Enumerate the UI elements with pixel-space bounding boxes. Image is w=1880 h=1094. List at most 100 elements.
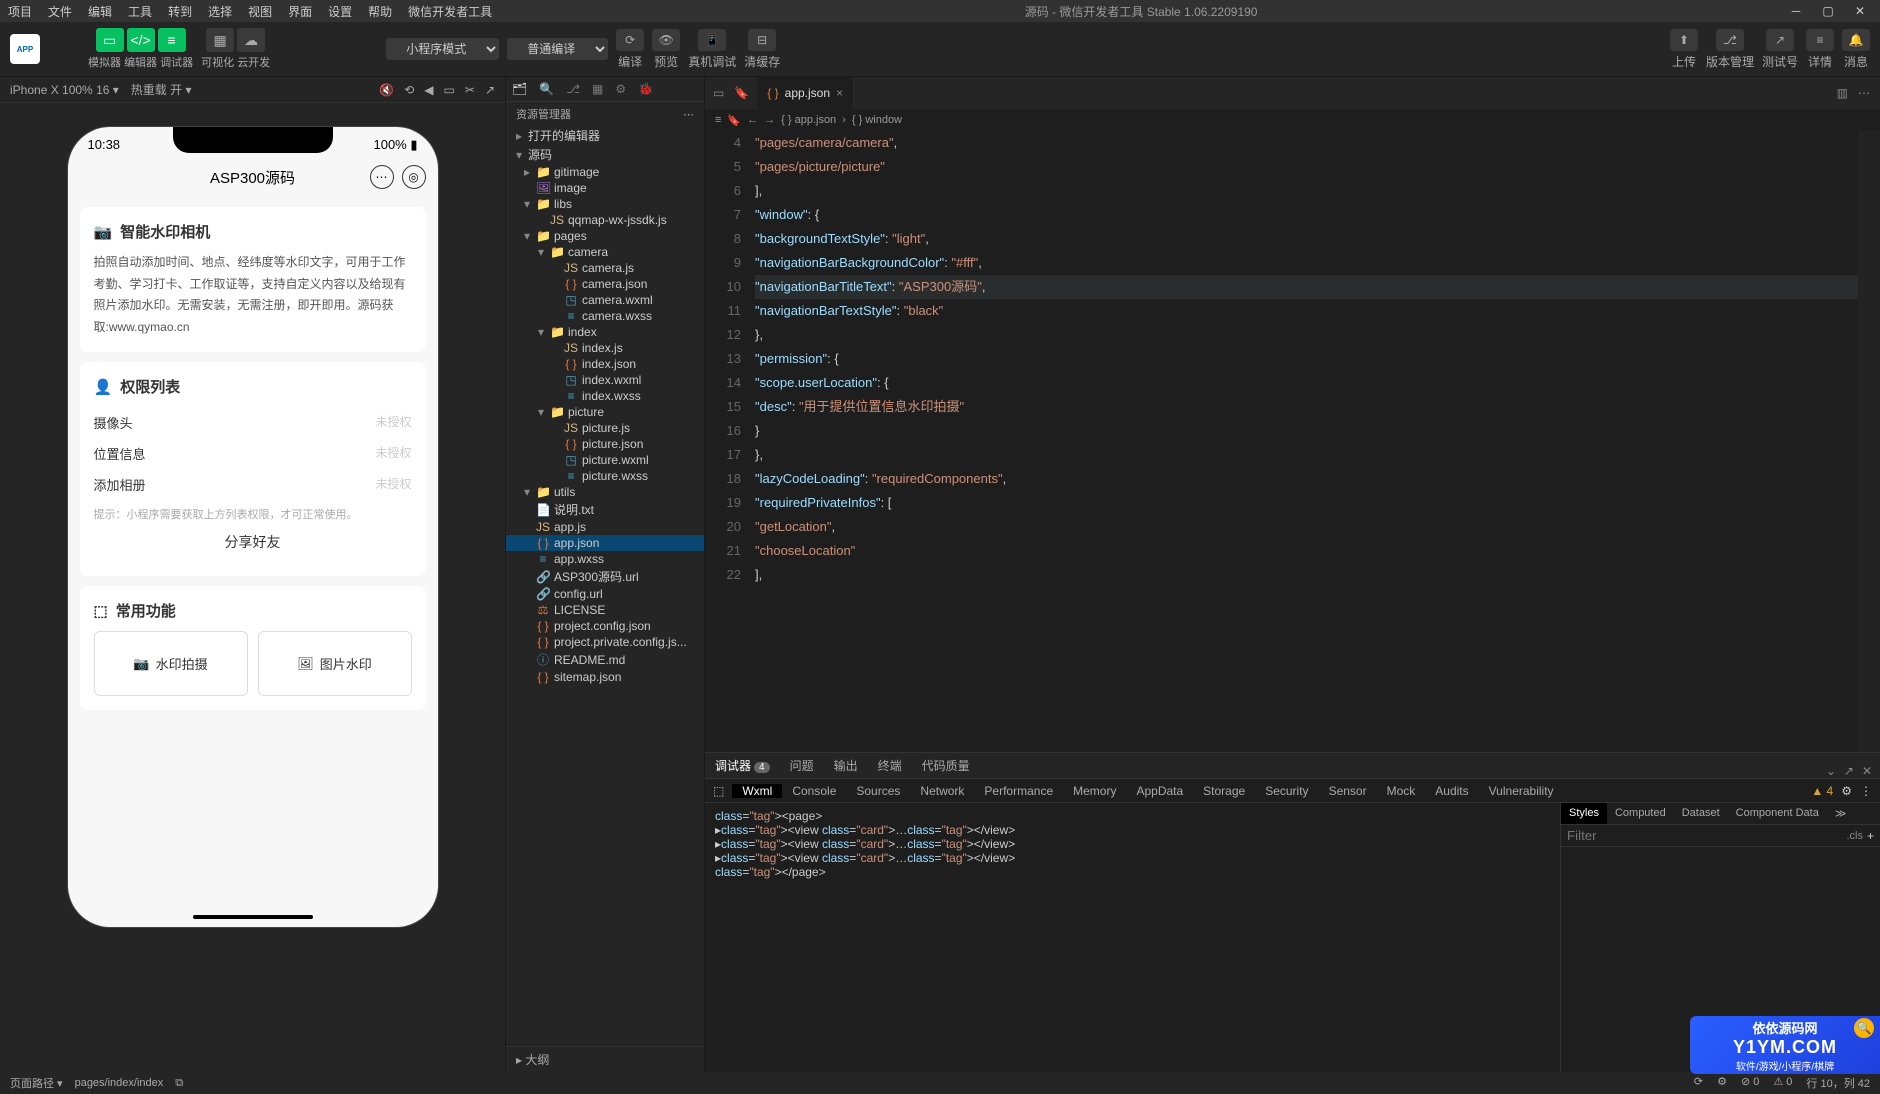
cls-toggle[interactable]: .cls — [1846, 830, 1863, 842]
menu-视图[interactable]: 视图 — [240, 3, 280, 20]
menu-转到[interactable]: 转到 — [160, 3, 200, 20]
file-project.private.config.js...[interactable]: { }project.private.config.js... — [506, 634, 704, 650]
file-libs[interactable]: ▾📁libs — [506, 196, 704, 212]
dbg-popout-icon[interactable]: ↗ — [1844, 764, 1854, 778]
file-index.wxml[interactable]: ◳index.wxml — [506, 372, 704, 388]
menu-选择[interactable]: 选择 — [200, 3, 240, 20]
status-warnings[interactable]: ⚠ 0 — [1773, 1075, 1792, 1091]
styletab-Computed[interactable]: Computed — [1607, 803, 1674, 824]
sim-rotate-icon[interactable]: ⟲ — [404, 83, 414, 97]
dbgsub-Sensor[interactable]: Sensor — [1319, 784, 1377, 798]
file-ASP300源码.url[interactable]: 🔗ASP300源码.url — [506, 567, 704, 586]
status-tools-icon[interactable]: ⚙ — [1717, 1075, 1727, 1091]
file-gitimage[interactable]: ▸📁gitimage — [506, 164, 704, 180]
brc-bookmark-icon[interactable]: 🔖 — [727, 114, 741, 127]
explorer-more-icon[interactable]: ⋯ — [683, 108, 694, 121]
mode-select[interactable]: 小程序模式 — [386, 38, 499, 60]
dbg-settings-icon[interactable]: ⚙ — [1841, 784, 1852, 798]
dbgtab-代码质量[interactable]: 代码质量 — [912, 753, 980, 778]
file-index.json[interactable]: { }index.json — [506, 356, 704, 372]
section-open-editors[interactable]: ▸打开的编辑器 — [506, 126, 704, 145]
dbgtab-终端[interactable]: 终端 — [868, 753, 912, 778]
file-说明.txt[interactable]: 📄说明.txt — [506, 500, 704, 519]
dbgsub-Security[interactable]: Security — [1255, 784, 1318, 798]
dbgtab-输出[interactable]: 输出 — [824, 753, 868, 778]
func-image-watermark[interactable]: 🖼图片水印 — [258, 631, 412, 696]
file-LICENSE[interactable]: ⚖LICENSE — [506, 602, 704, 618]
styletab-Dataset[interactable]: Dataset — [1674, 803, 1728, 824]
upload-button[interactable]: ⬆ — [1670, 29, 1698, 51]
file-config.url[interactable]: 🔗config.url — [506, 586, 704, 602]
device-select[interactable]: iPhone X 100% 16 ▾ — [10, 83, 119, 97]
sim-back-icon[interactable]: ◀ — [424, 83, 433, 97]
dbgtab-问题[interactable]: 问题 — [780, 753, 824, 778]
capsule-menu[interactable]: ⋯ — [370, 165, 394, 189]
inspect-icon[interactable]: ⬚ — [705, 784, 732, 798]
dbgsub-Vulnerability[interactable]: Vulnerability — [1479, 784, 1564, 798]
menu-界面[interactable]: 界面 — [280, 3, 320, 20]
project-logo[interactable]: APP — [10, 34, 40, 64]
func-watermark-shoot[interactable]: 📷水印拍摄 — [94, 631, 248, 696]
file-picture.wxss[interactable]: ≡picture.wxss — [506, 468, 704, 484]
file-sitemap.json[interactable]: { }sitemap.json — [506, 669, 704, 685]
debugger-toggle[interactable]: ≡ — [158, 28, 186, 52]
sim-home-icon[interactable]: ▭ — [444, 83, 455, 97]
menu-帮助[interactable]: 帮助 — [360, 3, 400, 20]
visual-toggle[interactable]: ▦ — [206, 28, 234, 52]
testid-button[interactable]: ↗ — [1766, 29, 1794, 51]
capsule-close[interactable]: ◎ — [402, 165, 426, 189]
file-index.wxss[interactable]: ≡index.wxss — [506, 388, 704, 404]
dom-tree[interactable]: class="tag"><page>▸class="tag"><view cla… — [705, 803, 1560, 1072]
file-app.json[interactable]: { }app.json — [506, 535, 704, 551]
warn-badge[interactable]: ▲ 4 — [1811, 784, 1833, 798]
compile-select[interactable]: 普通编译 — [507, 38, 608, 60]
file-camera.wxml[interactable]: ◳camera.wxml — [506, 292, 704, 308]
minimap[interactable] — [1858, 131, 1880, 752]
tab-search-icon[interactable]: 🔍 — [533, 77, 560, 101]
add-style-icon[interactable]: + — [1867, 829, 1874, 843]
detail-button[interactable]: ≡ — [1806, 29, 1834, 51]
dbgsub-Network[interactable]: Network — [910, 784, 974, 798]
styletab-Styles[interactable]: Styles — [1561, 803, 1607, 824]
dbg-close-icon[interactable]: ✕ — [1862, 764, 1872, 778]
brc-back-icon[interactable]: ← — [747, 114, 758, 126]
file-picture.wxml[interactable]: ◳picture.wxml — [506, 452, 704, 468]
file-image[interactable]: 🖼image — [506, 180, 704, 196]
file-picture[interactable]: ▾📁picture — [506, 404, 704, 420]
sim-mute-icon[interactable]: 🔇 — [379, 83, 394, 97]
menu-微信开发者工具[interactable]: 微信开发者工具 — [400, 3, 500, 20]
file-app.wxss[interactable]: ≡app.wxss — [506, 551, 704, 567]
editor-more-icon[interactable]: ⋯ — [1858, 86, 1870, 100]
menu-设置[interactable]: 设置 — [320, 3, 360, 20]
page-path-label[interactable]: 页面路径 ▾ — [10, 1075, 63, 1091]
file-pages[interactable]: ▾📁pages — [506, 228, 704, 244]
tab-git-icon[interactable]: ⎇ — [560, 77, 586, 101]
section-source[interactable]: ▾源码 — [506, 145, 704, 164]
breadcrumb-file[interactable]: { } app.json — [781, 114, 836, 126]
dbgsub-Wxml[interactable]: Wxml — [732, 784, 782, 798]
close-tab-icon[interactable]: × — [836, 86, 843, 100]
simulator-toggle[interactable]: ▭ — [96, 28, 124, 52]
file-camera[interactable]: ▾📁camera — [506, 244, 704, 260]
dbgsub-Performance[interactable]: Performance — [974, 784, 1063, 798]
ed-bookmark-icon[interactable]: 🔖 — [734, 86, 749, 100]
styletab-Component Data[interactable]: Component Data — [1728, 803, 1827, 824]
dbgtab-调试器[interactable]: 调试器4 — [705, 753, 780, 778]
editor-toggle[interactable]: </> — [127, 28, 155, 52]
page-path[interactable]: pages/index/index — [75, 1077, 164, 1089]
minimize-button[interactable]: ─ — [1782, 4, 1810, 18]
dbgsub-Memory[interactable]: Memory — [1063, 784, 1126, 798]
file-index.js[interactable]: JSindex.js — [506, 340, 704, 356]
menu-工具[interactable]: 工具 — [120, 3, 160, 20]
dbg-more-icon[interactable]: ⋮ — [1860, 784, 1872, 798]
file-index[interactable]: ▾📁index — [506, 324, 704, 340]
ed-toggle-icon[interactable]: ▭ — [713, 86, 724, 100]
dbgsub-Console[interactable]: Console — [782, 784, 846, 798]
file-app.js[interactable]: JSapp.js — [506, 519, 704, 535]
style-filter-input[interactable] — [1567, 828, 1842, 843]
share-button[interactable]: 分享好友 — [94, 522, 412, 562]
dbgsub-AppData[interactable]: AppData — [1126, 784, 1193, 798]
status-autosave-icon[interactable]: ⟳ — [1694, 1075, 1703, 1091]
dbgsub-Sources[interactable]: Sources — [846, 784, 910, 798]
menu-编辑[interactable]: 编辑 — [80, 3, 120, 20]
